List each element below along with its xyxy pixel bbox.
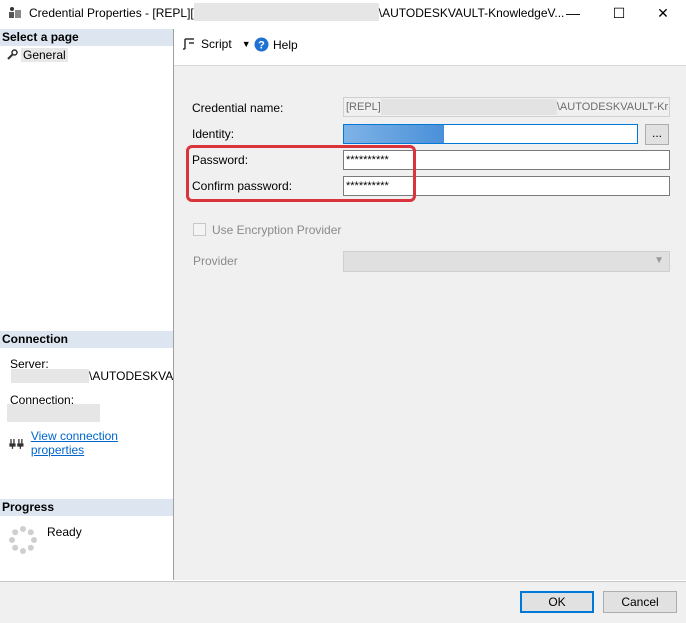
- credential-name-label: Credential name:: [192, 101, 284, 115]
- button-bar: OK Cancel: [0, 581, 686, 623]
- connection-heading: Connection: [0, 331, 173, 348]
- use-encryption-label: Use Encryption Provider: [212, 223, 342, 237]
- view-connection-properties-label: View connection properties: [30, 429, 118, 457]
- wrench-icon: [7, 49, 18, 60]
- redacted-block: [7, 404, 100, 422]
- progress-spinner-icon: [9, 526, 37, 554]
- title-prefix: Credential Properties - [REPL][: [29, 6, 194, 20]
- server-value-row: \AUTODESKVAU: [11, 369, 182, 383]
- progress-status: Ready: [47, 525, 82, 539]
- page-item-general[interactable]: General: [6, 47, 68, 63]
- toolbar: Script ▼ ? Help: [174, 29, 686, 66]
- progress-heading: Progress: [0, 499, 173, 516]
- page-item-label: General: [21, 48, 68, 62]
- cancel-button[interactable]: Cancel: [603, 591, 677, 613]
- redacted-selection: [344, 125, 444, 143]
- main-panel: Credential name: [REPL] \AUTODESKVAULT-Kr…: [174, 66, 686, 580]
- browse-button[interactable]: ...: [645, 124, 669, 145]
- highlight-box: [186, 145, 416, 202]
- help-icon: ?: [254, 37, 269, 52]
- credential-icon: [9, 7, 21, 18]
- title-suffix: \AUTODESKVAULT-KnowledgeV...: [378, 6, 565, 20]
- use-encryption-checkbox[interactable]: [193, 223, 206, 236]
- close-button[interactable]: ✕: [640, 0, 686, 26]
- connection-plug-icon: [9, 439, 24, 449]
- select-page-heading: Select a page: [0, 29, 173, 46]
- maximize-button[interactable]: ☐: [596, 0, 642, 26]
- minimize-button[interactable]: —: [550, 0, 596, 26]
- identity-label: Identity:: [192, 127, 235, 141]
- window-title: Credential Properties - [REPL][ \AUTODESK…: [29, 3, 565, 22]
- left-panel: Select a page General Connection Server:…: [0, 29, 182, 580]
- redacted-block: [193, 3, 379, 22]
- redacted-block: [11, 369, 89, 383]
- identity-field[interactable]: [343, 124, 638, 144]
- credential-name-suffix: \AUTODESKVAULT-Kr: [556, 101, 669, 113]
- script-label: Script: [201, 37, 232, 51]
- redacted-block: [380, 99, 557, 116]
- title-bar: Credential Properties - [REPL][ \AUTODESK…: [0, 0, 686, 26]
- provider-dropdown[interactable]: ▼: [343, 251, 670, 272]
- script-button[interactable]: Script ▼: [182, 37, 251, 51]
- chevron-down-icon: ▼: [654, 255, 664, 266]
- help-label: Help: [273, 37, 298, 52]
- provider-label: Provider: [193, 254, 238, 268]
- help-button[interactable]: ? Help: [254, 37, 298, 52]
- ok-button[interactable]: OK: [520, 591, 594, 613]
- dropdown-arrow-icon[interactable]: ▼: [242, 39, 251, 49]
- server-value: \AUTODESKVAU: [89, 369, 182, 383]
- script-icon: [183, 38, 194, 50]
- svg-text:?: ?: [258, 40, 265, 52]
- credential-name-prefix: [REPL]: [346, 101, 381, 113]
- credential-name-field[interactable]: [REPL] \AUTODESKVAULT-Kr: [343, 97, 670, 117]
- view-connection-properties-link[interactable]: View connection properties: [9, 429, 173, 457]
